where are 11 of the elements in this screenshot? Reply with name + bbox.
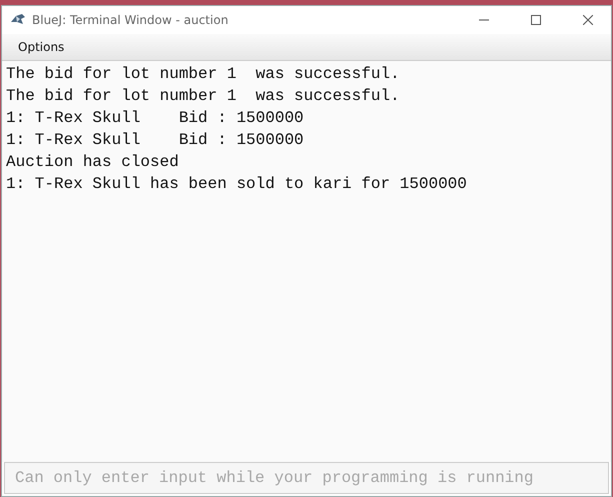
close-icon[interactable] xyxy=(583,15,593,25)
bird-logo-icon xyxy=(10,13,26,27)
maximize-icon[interactable] xyxy=(531,15,541,25)
window-title: BlueJ: Terminal Window - auction xyxy=(32,13,228,27)
output-line: 1: T-Rex Skull has been sold to kari for 1500000 xyxy=(6,174,467,195)
output-line: 1: T-Rex Skull Bid : 1500000 xyxy=(6,130,304,151)
output-line: 1: T-Rex Skull Bid : 1500000 xyxy=(6,108,304,129)
menu-item[interactable]: Options xyxy=(2,40,74,54)
output-line: The bid for lot number 1 was successful. xyxy=(6,86,400,107)
output-line: The bid for lot number 1 was successful. xyxy=(6,64,400,85)
output-line: Auction has closed xyxy=(6,152,179,173)
